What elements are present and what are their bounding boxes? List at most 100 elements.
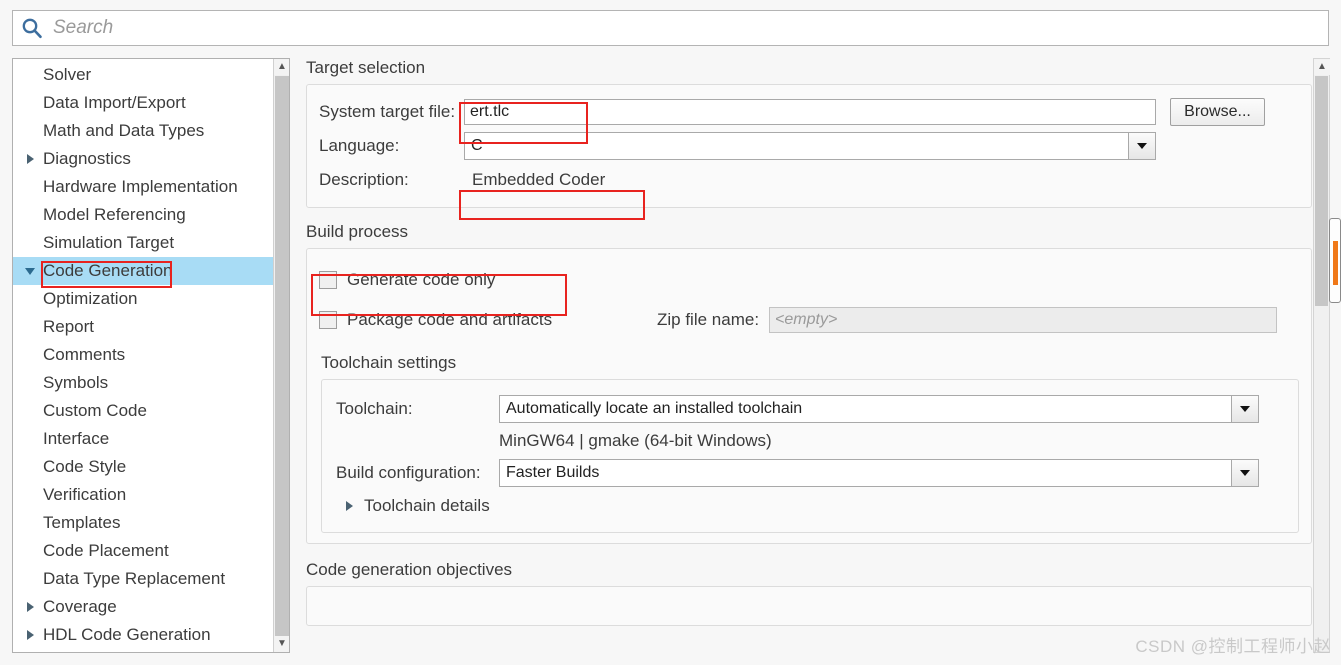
sidebar-item-label: Code Style — [43, 457, 127, 476]
code-generation-objectives-title: Code generation objectives — [306, 560, 513, 579]
sidebar-item-label: Solver — [43, 65, 92, 84]
sidebar-item-label: Templates — [43, 513, 121, 532]
search-icon — [21, 17, 43, 39]
tree-scrollbar[interactable]: ▲ ▼ — [273, 59, 289, 652]
content-scroll-thumb[interactable] — [1315, 76, 1328, 306]
system-target-file-input[interactable]: ert.tlc — [464, 99, 1156, 125]
chevron-down-icon[interactable] — [1128, 132, 1156, 160]
sidebar-item-interface[interactable]: Interface — [13, 425, 273, 453]
sidebar-item-code-style[interactable]: Code Style — [13, 453, 273, 481]
sidebar-item-label: Diagnostics — [43, 149, 131, 168]
sidebar-item-label: Comments — [43, 345, 126, 364]
sidebar-item-label: Verification — [43, 485, 127, 504]
sidebar-item-solver[interactable]: Solver — [13, 61, 273, 89]
sidebar-item-diagnostics[interactable]: Diagnostics — [13, 145, 273, 173]
overview-scrollbar[interactable] — [1329, 218, 1341, 303]
sidebar-item-math-and-data-types[interactable]: Math and Data Types — [13, 117, 273, 145]
chevron-down-icon[interactable] — [21, 267, 39, 275]
build-configuration-row: Build configuration: Faster Builds — [336, 456, 1284, 490]
sidebar-item-label: Hardware Implementation — [43, 177, 238, 196]
sidebar-item-label: Math and Data Types — [43, 121, 205, 140]
package-code-checkbox[interactable] — [319, 311, 337, 329]
sidebar-item-templates[interactable]: Templates — [13, 509, 273, 537]
search-bar[interactable] — [12, 10, 1329, 46]
description-row: Description: Embedded Coder — [319, 163, 1299, 197]
chevron-down-icon[interactable] — [1231, 395, 1259, 423]
toolchain-value: Automatically locate an installed toolch… — [499, 395, 1231, 423]
sidebar-item-label: Data Type Replacement — [43, 569, 226, 588]
search-input[interactable] — [51, 16, 1320, 40]
toolchain-details-expander[interactable]: Toolchain details — [336, 490, 1284, 522]
chevron-right-icon[interactable] — [340, 501, 358, 511]
sidebar-item-label: Symbols — [43, 373, 109, 392]
language-label: Language: — [319, 136, 400, 155]
chevron-down-icon[interactable] — [1231, 459, 1259, 487]
toolchain-settings-title: Toolchain settings — [321, 353, 457, 372]
overview-scroll-thumb[interactable] — [1333, 241, 1338, 285]
language-row: Language: C — [319, 129, 1299, 163]
build-configuration-dropdown[interactable]: Faster Builds — [499, 459, 1259, 487]
sidebar-item-label: Interface — [43, 429, 110, 448]
content-scroll-up-icon[interactable]: ▲ — [1314, 59, 1330, 75]
sidebar-item-simulation-target[interactable]: Simulation Target — [13, 229, 273, 257]
sidebar-item-code-generation[interactable]: Code Generation — [13, 257, 273, 285]
sidebar-item-model-referencing[interactable]: Model Referencing — [13, 201, 273, 229]
settings-content-pane: Target selection System target file: ert… — [300, 58, 1318, 653]
build-process-title: Build process — [306, 222, 409, 241]
toolchain-info-text: MinGW64 | gmake (64-bit Windows) — [499, 431, 772, 450]
generate-code-only-checkbox[interactable] — [319, 271, 337, 289]
sidebar-item-custom-code[interactable]: Custom Code — [13, 397, 273, 425]
settings-tree: Solver Data Import/Export Math and Data Ty… — [13, 61, 273, 649]
sidebar-item-label: Report — [43, 317, 95, 336]
config-parameters-dialog: Solver Data Import/Export Math and Data Ty… — [0, 0, 1341, 665]
sidebar-item-data-import-export[interactable]: Data Import/Export — [13, 89, 273, 117]
package-code-label: Package code and artifacts — [347, 310, 553, 329]
tree-scroll-thumb[interactable] — [275, 76, 289, 636]
generate-code-only-row: Generate code only — [319, 263, 1299, 297]
code-generation-objectives-group — [306, 586, 1312, 626]
sidebar-item-label: HDL Code Generation — [43, 625, 211, 644]
sidebar-item-hardware-implementation[interactable]: Hardware Implementation — [13, 173, 273, 201]
system-target-file-label: System target file: — [319, 102, 456, 121]
sidebar-item-data-type-replacement[interactable]: Data Type Replacement — [13, 565, 273, 593]
sidebar-item-hdl-code-generation[interactable]: HDL Code Generation — [13, 621, 273, 649]
sidebar-item-symbols[interactable]: Symbols — [13, 369, 273, 397]
description-value: Embedded Coder — [472, 170, 606, 189]
watermark: CSDN @控制工程师小赵 — [1135, 637, 1331, 656]
sidebar-item-coverage[interactable]: Coverage — [13, 593, 273, 621]
sidebar-item-verification[interactable]: Verification — [13, 481, 273, 509]
chevron-right-icon[interactable] — [21, 154, 39, 164]
package-code-row: Package code and artifacts Zip file name… — [319, 303, 1299, 337]
system-target-file-row: System target file: ert.tlc Browse... — [319, 95, 1299, 129]
toolchain-label: Toolchain: — [336, 399, 413, 418]
build-configuration-value: Faster Builds — [499, 459, 1231, 487]
sidebar-item-code-placement[interactable]: Code Placement — [13, 537, 273, 565]
sidebar-item-optimization[interactable]: Optimization — [13, 285, 273, 313]
language-value: C — [464, 132, 1128, 160]
toolchain-dropdown[interactable]: Automatically locate an installed toolch… — [499, 395, 1259, 423]
chevron-right-icon[interactable] — [21, 630, 39, 640]
settings-tree-panel: Solver Data Import/Export Math and Data Ty… — [12, 58, 290, 653]
tree-scroll-up-icon[interactable]: ▲ — [274, 59, 289, 75]
sidebar-item-label: Simulation Target — [43, 233, 175, 252]
build-process-group: Generate code only Package code and arti… — [306, 248, 1312, 544]
generate-code-only-label: Generate code only — [347, 270, 496, 289]
browse-button[interactable]: Browse... — [1170, 98, 1265, 126]
zip-file-name-label: Zip file name: — [657, 310, 760, 329]
tree-scroll-down-icon[interactable]: ▼ — [274, 636, 289, 652]
sidebar-item-label: Optimization — [43, 289, 138, 308]
build-configuration-label: Build configuration: — [336, 463, 481, 482]
language-dropdown[interactable]: C — [464, 132, 1156, 160]
sidebar-item-comments[interactable]: Comments — [13, 341, 273, 369]
chevron-right-icon[interactable] — [21, 602, 39, 612]
target-selection-title: Target selection — [306, 58, 426, 77]
toolchain-info-row: MinGW64 | gmake (64-bit Windows) — [336, 426, 1284, 456]
sidebar-item-label: Code Placement — [43, 541, 169, 560]
sidebar-item-label: Model Referencing — [43, 205, 186, 224]
toolchain-details-label: Toolchain details — [364, 496, 490, 515]
sidebar-item-label: Custom Code — [43, 401, 147, 420]
sidebar-item-report[interactable]: Report — [13, 313, 273, 341]
sidebar-item-label: Data Import/Export — [43, 93, 186, 112]
toolchain-row: Toolchain: Automatically locate an insta… — [336, 392, 1284, 426]
content-scrollbar[interactable]: ▲ — [1313, 58, 1330, 653]
